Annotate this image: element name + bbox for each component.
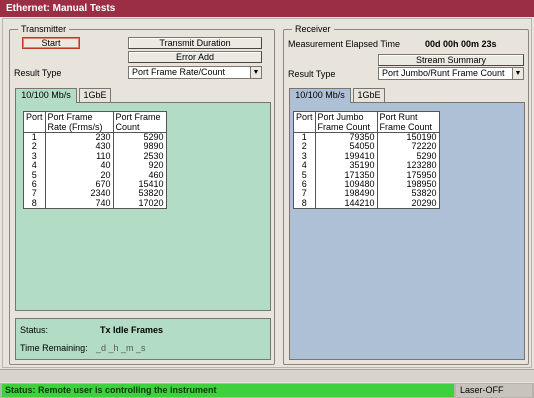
tx-status-value: Tx Idle Frames bbox=[100, 325, 164, 335]
stream-summary-button[interactable]: Stream Summary bbox=[378, 54, 524, 66]
time-remaining-value: _d _h _m _s bbox=[96, 343, 146, 353]
table-row: 8 144210 20290 bbox=[293, 198, 440, 210]
rx-results-panel: Port Port Jumbo Frame Count Port Runt Fr… bbox=[289, 102, 525, 360]
status-message: Status: Remote user is controlling the i… bbox=[2, 384, 454, 397]
main-frame: Transmitter Start Transmit Duration Erro… bbox=[2, 18, 532, 368]
transmitter-group-label: Transmitter bbox=[18, 23, 70, 35]
table-row: 3 110 2530 bbox=[23, 151, 167, 162]
window-title: Ethernet: Manual Tests bbox=[0, 0, 534, 17]
tx-status-panel: Status: Tx Idle Frames Time Remaining: _… bbox=[15, 318, 271, 360]
tx-col-count-header: Port Frame Count bbox=[112, 111, 167, 133]
elapsed-time-value: 00d 00h 00m 23s bbox=[425, 39, 497, 49]
tx-results-panel: Port Port Frame Rate (Frms/s) Port Frame… bbox=[15, 102, 271, 311]
rx-result-type-select[interactable]: Port Jumbo/Runt Frame Count ▼ bbox=[378, 67, 524, 80]
transmit-duration-button[interactable]: Transmit Duration bbox=[128, 37, 262, 49]
tx-result-type-select[interactable]: Port Frame Rate/Count ▼ bbox=[128, 66, 262, 79]
tab-rx-10-100[interactable]: 10/100 Mb/s bbox=[289, 88, 351, 103]
rx-col-jumbo-header: Port Jumbo Frame Count bbox=[314, 111, 378, 133]
receiver-group-label: Receiver bbox=[292, 23, 334, 35]
rx-tabs: 10/100 Mb/s 1GbE bbox=[289, 88, 519, 103]
table-row: 8 740 17020 bbox=[23, 198, 167, 210]
rx-result-type-value: Port Jumbo/Runt Frame Count bbox=[382, 68, 505, 78]
tx-result-type-label: Result Type bbox=[14, 68, 62, 78]
rx-col-runt-header: Port Runt Frame Count bbox=[376, 111, 440, 133]
status-bar: Status: Remote user is controlling the i… bbox=[0, 383, 534, 398]
start-button[interactable]: Start bbox=[22, 37, 80, 49]
rx-col-port-header: Port bbox=[293, 111, 316, 133]
tab-tx-1gbe[interactable]: 1GbE bbox=[79, 88, 111, 102]
tx-tabs: 10/100 Mb/s 1GbE bbox=[15, 88, 265, 103]
bottom-separator bbox=[0, 369, 534, 382]
tx-result-type-value: Port Frame Rate/Count bbox=[132, 67, 226, 77]
transmitter-group: Transmitter Start Transmit Duration Erro… bbox=[9, 23, 275, 365]
tx-col-port-header: Port bbox=[23, 111, 46, 133]
error-add-button[interactable]: Error Add bbox=[128, 51, 262, 63]
rx-result-type-label: Result Type bbox=[288, 69, 336, 79]
laser-status: Laser-OFF bbox=[456, 384, 532, 397]
table-row: 4 40 920 bbox=[23, 160, 167, 171]
time-remaining-label: Time Remaining: bbox=[20, 343, 88, 353]
receiver-group: Receiver Measurement Elapsed Time 00d 00… bbox=[283, 23, 529, 365]
chevron-down-icon: ▼ bbox=[512, 68, 523, 79]
tab-tx-10-100[interactable]: 10/100 Mb/s bbox=[15, 88, 77, 103]
elapsed-time-label: Measurement Elapsed Time bbox=[288, 39, 401, 49]
tab-rx-1gbe[interactable]: 1GbE bbox=[353, 88, 385, 102]
tx-results-table: Port Port Frame Rate (Frms/s) Port Frame… bbox=[23, 111, 167, 210]
tx-status-label: Status: bbox=[20, 325, 49, 335]
tx-col-rate-header: Port Frame Rate (Frms/s) bbox=[44, 111, 114, 133]
chevron-down-icon: ▼ bbox=[250, 67, 261, 78]
rx-results-table: Port Port Jumbo Frame Count Port Runt Fr… bbox=[293, 111, 440, 210]
